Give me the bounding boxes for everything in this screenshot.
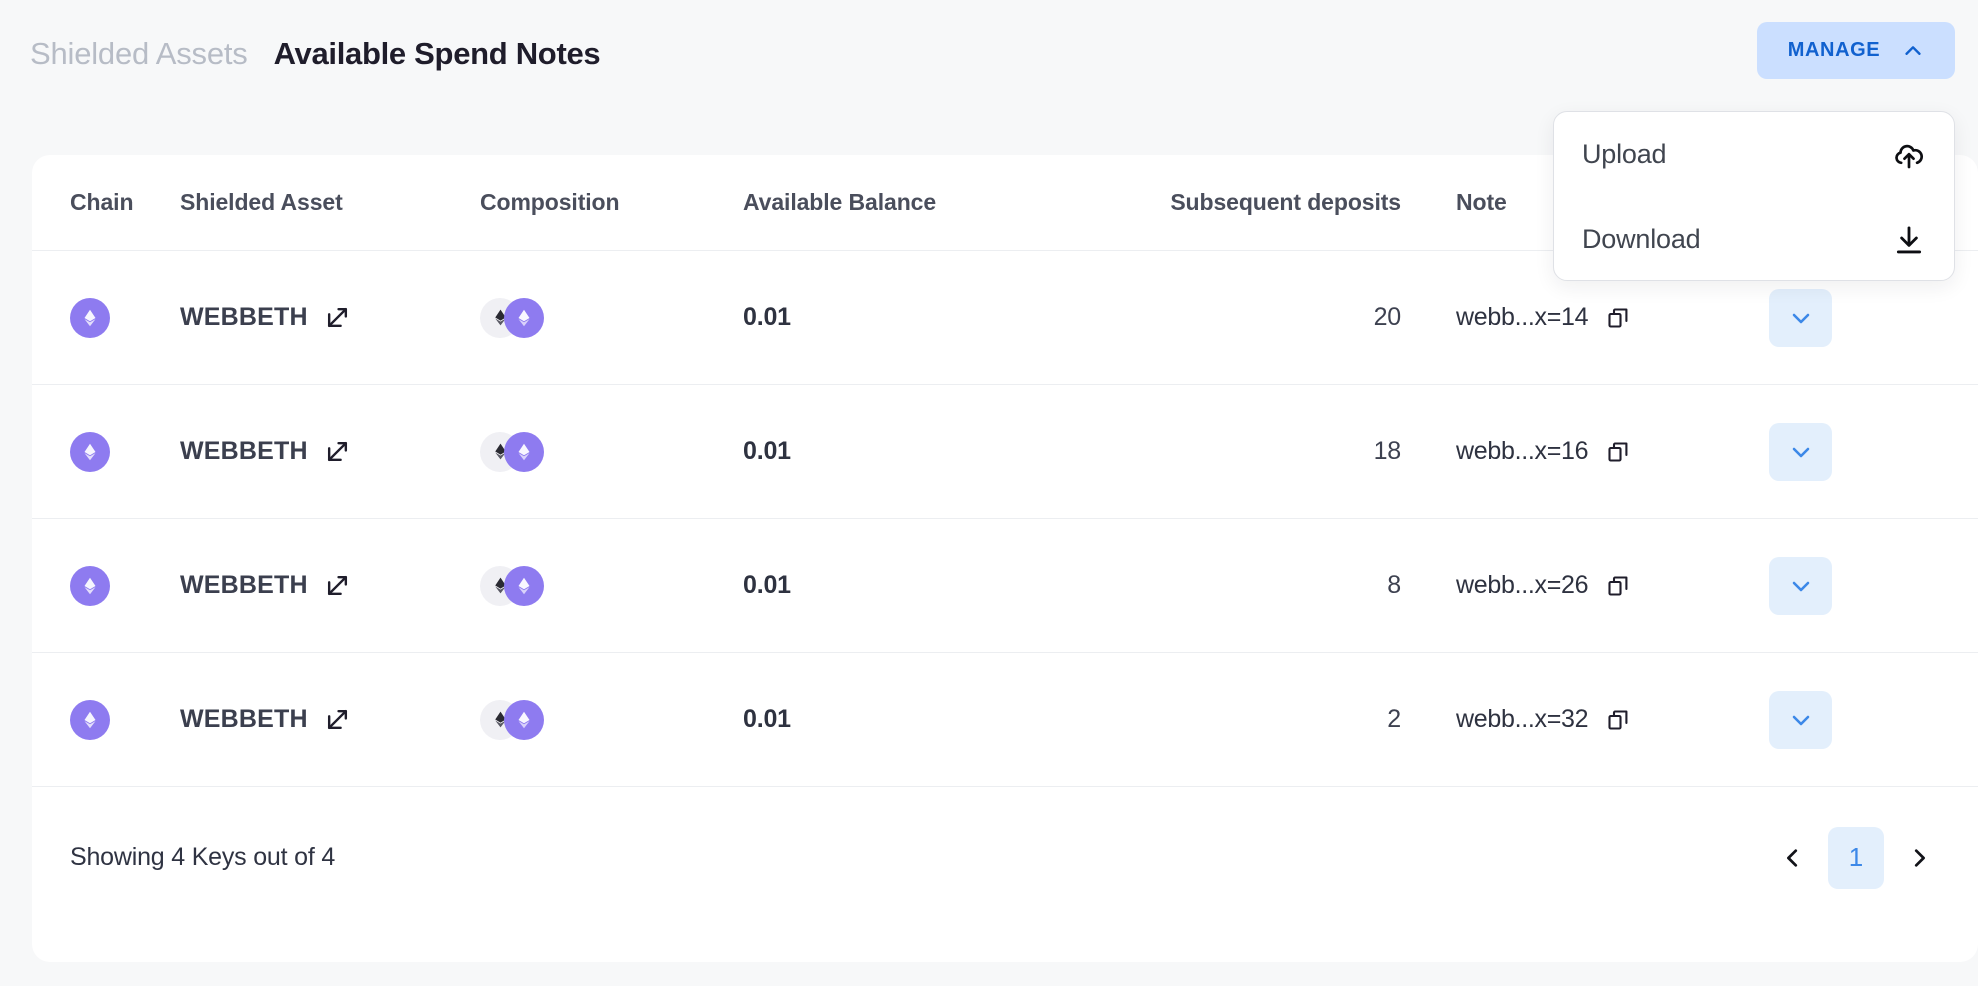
note-value: webb...x=14 [1456, 303, 1589, 331]
spend-notes-page: Shielded Assets Available Spend Notes MA… [0, 0, 1978, 986]
chevron-left-icon [1787, 848, 1798, 867]
external-link-icon[interactable] [325, 305, 350, 330]
chevron-down-icon [1792, 581, 1809, 591]
table-footer: Showing 4 Keys out of 4 1 [32, 787, 1978, 928]
pagination: 1 [1772, 826, 1940, 889]
note-value: webb...x=32 [1456, 705, 1589, 733]
column-header-subsequent-deposits: Subsequent deposits [1170, 189, 1401, 215]
table-row[interactable]: WEBBETH [32, 653, 1978, 787]
copy-icon[interactable] [1606, 306, 1630, 330]
menu-item-download-label: Download [1582, 224, 1701, 254]
asset-name: WEBBETH [180, 303, 308, 331]
available-balance: 0.01 [743, 303, 791, 331]
pagination-prev-button[interactable] [1772, 837, 1814, 879]
composition-tokens [480, 699, 743, 740]
note-value: webb...x=16 [1456, 437, 1589, 465]
composition-tokens [480, 431, 743, 472]
menu-item-upload[interactable]: Upload [1582, 112, 1926, 197]
pagination-next-button[interactable] [1898, 837, 1940, 879]
column-header-chain: Chain [70, 189, 134, 215]
download-icon [1892, 223, 1926, 257]
available-balance: 0.01 [743, 571, 791, 599]
available-balance: 0.01 [743, 437, 791, 465]
composition-tokens [480, 297, 743, 338]
manage-button[interactable]: MANAGE [1757, 22, 1955, 79]
asset-name: WEBBETH [180, 705, 308, 733]
expand-row-button[interactable] [1769, 556, 1832, 615]
composition-tokens [480, 565, 743, 606]
ethereum-token-icon [70, 431, 110, 472]
copy-icon[interactable] [1606, 440, 1630, 464]
column-header-available-balance: Available Balance [743, 189, 937, 215]
webb-ethereum-token-icon [504, 699, 544, 740]
ethereum-token-icon [70, 297, 110, 338]
subsequent-deposits: 8 [1387, 571, 1401, 599]
external-link-icon[interactable] [325, 707, 350, 732]
column-header-note: Note [1456, 189, 1507, 215]
ethereum-token-icon [70, 565, 110, 606]
webb-ethereum-token-icon [504, 297, 544, 338]
table-row[interactable]: WEBBETH [32, 519, 1978, 653]
asset-name: WEBBETH [180, 571, 308, 599]
ethereum-token-icon [70, 699, 110, 740]
page-title: Available Spend Notes [273, 36, 601, 71]
available-balance: 0.01 [743, 705, 791, 733]
breadcrumb-parent[interactable]: Shielded Assets [30, 36, 248, 72]
chevron-up-icon [1902, 40, 1924, 62]
chevron-down-icon [1792, 313, 1809, 323]
asset-name: WEBBETH [180, 437, 308, 465]
column-header-shielded-asset: Shielded Asset [180, 189, 343, 215]
copy-icon[interactable] [1606, 574, 1630, 598]
menu-item-download[interactable]: Download [1582, 197, 1926, 282]
webb-ethereum-token-icon [504, 431, 544, 472]
subsequent-deposits: 20 [1373, 303, 1402, 331]
table-row[interactable]: WEBBETH [32, 385, 1978, 519]
chevron-down-icon [1792, 447, 1809, 457]
showing-count-label: Showing 4 Keys out of 4 [70, 843, 336, 871]
manage-dropdown-menu: Upload Download [1553, 111, 1955, 281]
pagination-page-1[interactable]: 1 [1828, 826, 1884, 889]
external-link-icon[interactable] [325, 573, 350, 598]
external-link-icon[interactable] [325, 439, 350, 464]
chevron-down-icon [1792, 715, 1809, 725]
breadcrumb: Shielded Assets Available Spend Notes [30, 36, 601, 72]
subsequent-deposits: 2 [1387, 705, 1401, 733]
menu-item-upload-label: Upload [1582, 139, 1667, 169]
subsequent-deposits: 18 [1373, 437, 1402, 465]
manage-button-label: MANAGE [1787, 39, 1881, 61]
copy-icon[interactable] [1606, 708, 1630, 732]
webb-ethereum-token-icon [504, 565, 544, 606]
expand-row-button[interactable] [1769, 690, 1832, 749]
column-header-composition: Composition [480, 189, 620, 215]
expand-row-button[interactable] [1769, 422, 1832, 481]
expand-row-button[interactable] [1769, 288, 1832, 347]
cloud-upload-icon [1892, 138, 1926, 172]
note-value: webb...x=26 [1456, 571, 1589, 599]
chevron-right-icon [1914, 848, 1925, 867]
